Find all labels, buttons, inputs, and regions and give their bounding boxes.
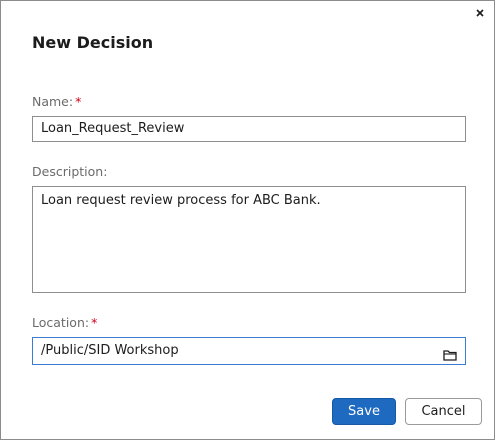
close-icon [476, 9, 484, 17]
cancel-button[interactable]: Cancel [405, 398, 482, 425]
folder-icon [443, 350, 457, 361]
location-input[interactable]: /Public/SID Workshop [32, 337, 466, 365]
location-input-value: /Public/SID Workshop [41, 343, 179, 358]
description-textarea[interactable]: Loan request review process for ABC Bank… [32, 186, 466, 293]
close-button[interactable] [473, 5, 487, 19]
save-button[interactable]: Save [332, 398, 396, 425]
dialog-title: New Decision [32, 33, 154, 52]
description-label: Description: [32, 164, 107, 180]
name-input-value: Loan_Request_Review [41, 121, 185, 136]
name-label: Name: * [32, 94, 81, 110]
description-textarea-value: Loan request review process for ABC Bank… [41, 193, 321, 208]
name-label-text: Name: [32, 94, 74, 109]
name-required-mark: * [75, 94, 82, 109]
location-label-text: Location: [32, 315, 90, 330]
new-decision-dialog: New Decision Name: * Loan_Request_Review … [0, 0, 495, 440]
name-input[interactable]: Loan_Request_Review [32, 116, 466, 142]
location-label: Location: * [32, 315, 97, 331]
location-required-mark: * [91, 315, 98, 330]
folder-browse-button[interactable] [443, 345, 457, 361]
description-label-text: Description: [32, 164, 108, 179]
